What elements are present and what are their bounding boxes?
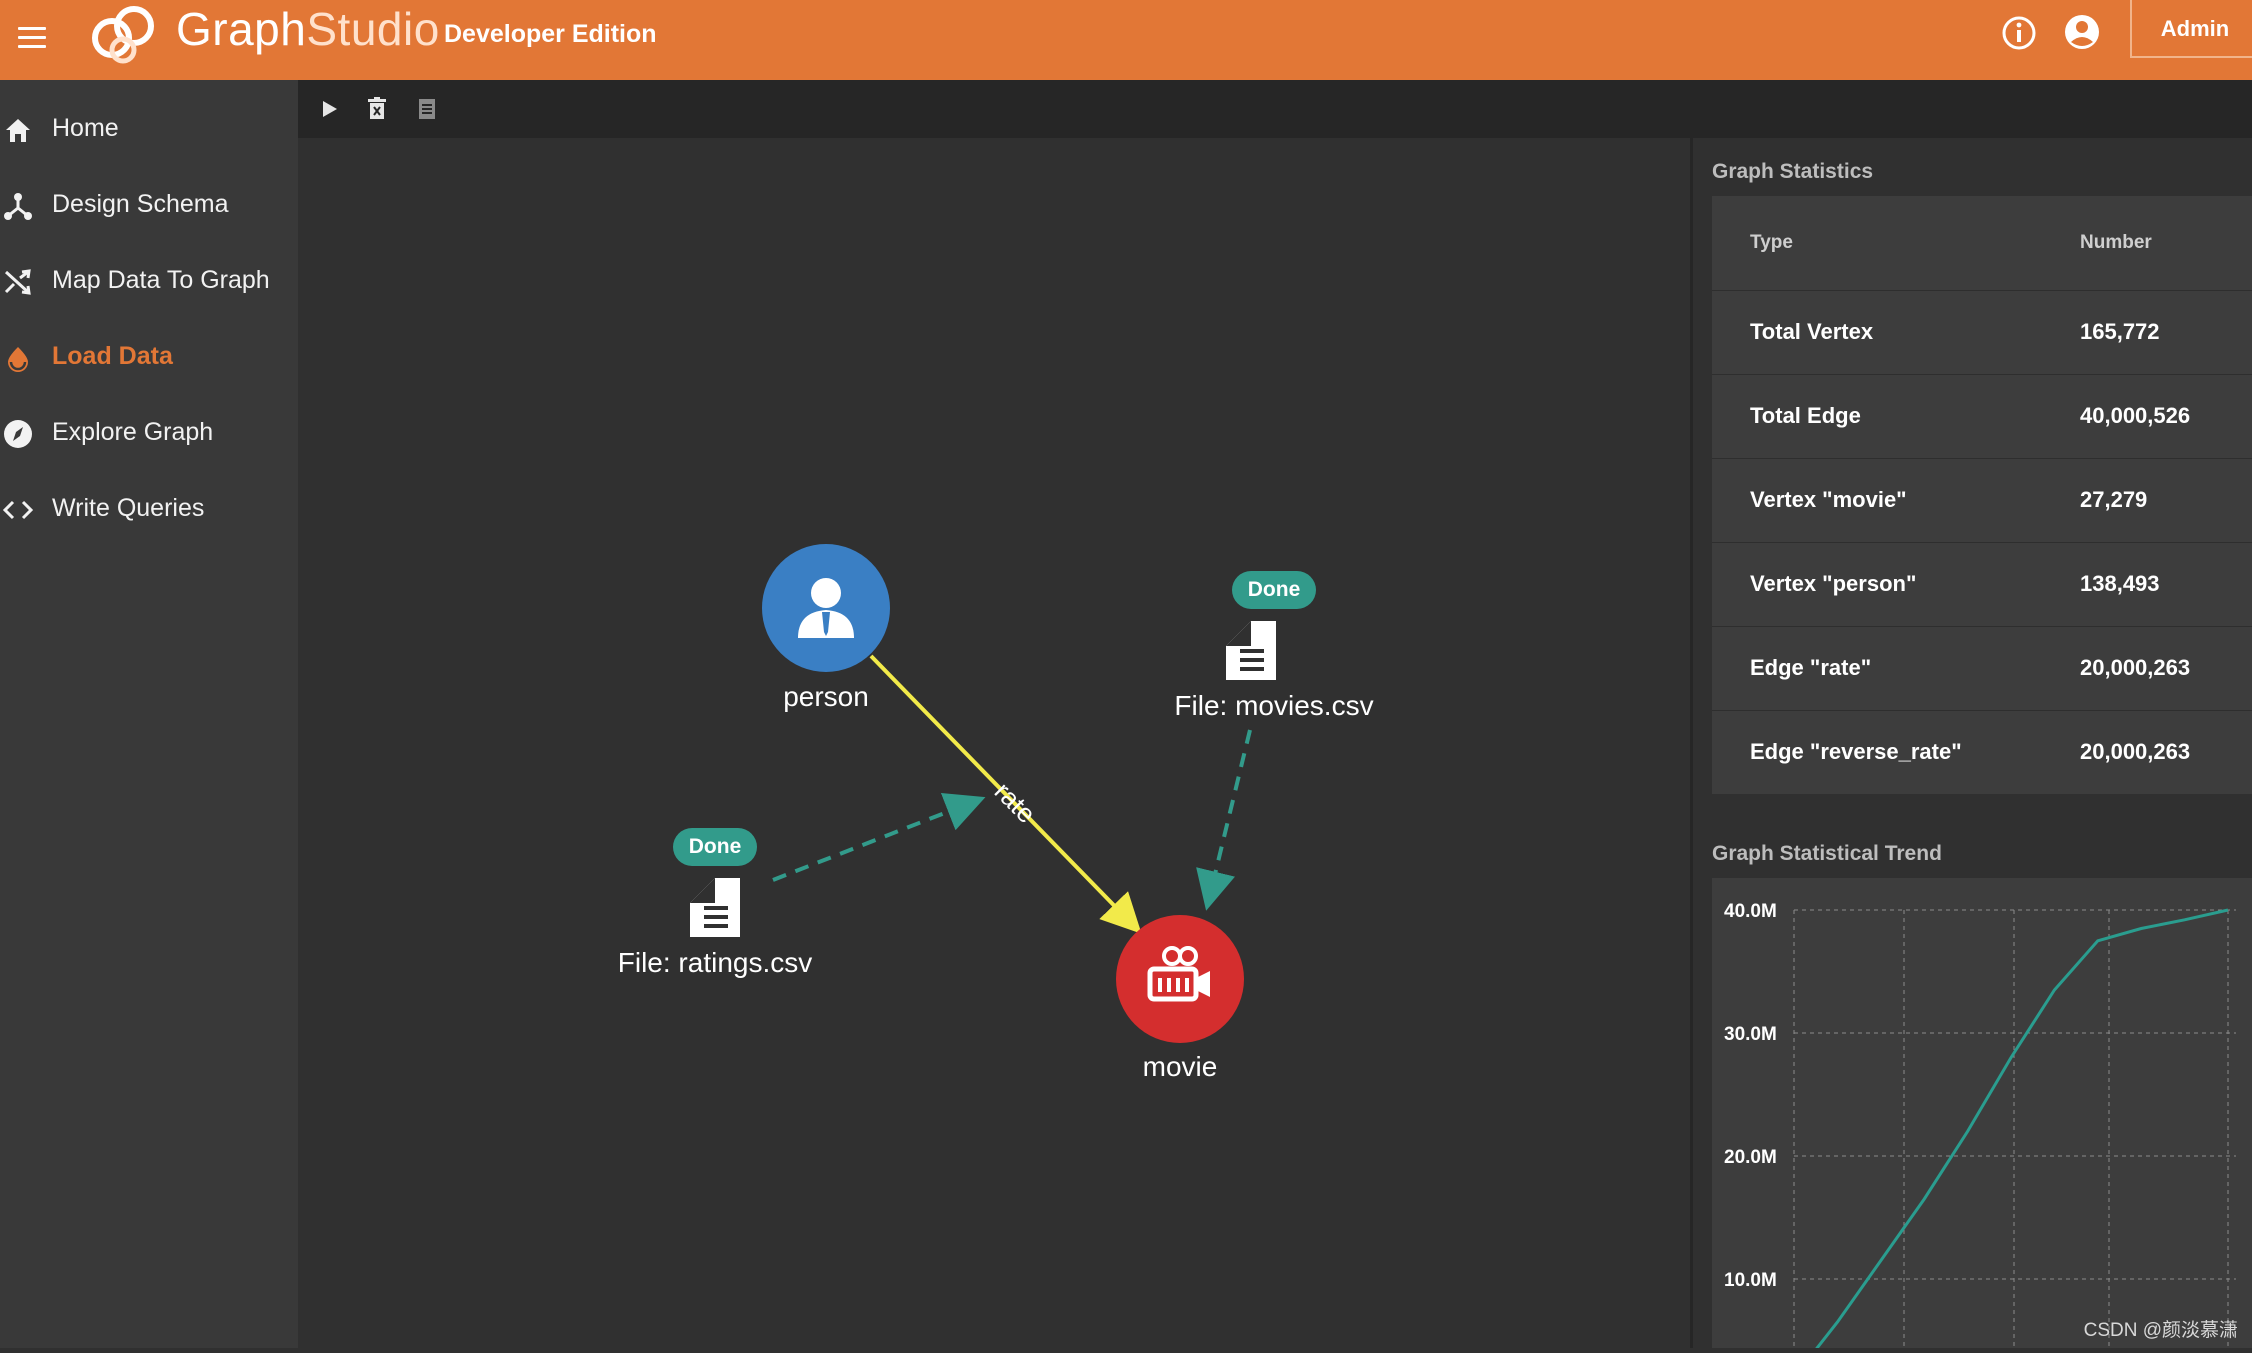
row-type: Total Vertex [1750,319,1873,345]
graph-edges: rate [298,138,1690,1348]
row-number: 138,493 [2080,571,2160,597]
number-column-header: Number [2080,232,2152,254]
top-app-bar: GraphStudio Developer Edition Admin [0,0,2252,80]
home-icon [2,114,34,146]
table-row: Vertex "movie" 27,279 [1712,459,2252,543]
sidebar-item-label: Write Queries [52,494,204,523]
brand-name: GraphStudio [176,6,440,52]
sidebar-item-write-queries[interactable]: Write Queries [0,480,298,540]
delete-icon[interactable] [362,94,392,124]
loading-toolbar [298,80,2252,138]
table-row: Edge "rate" 20,000,263 [1712,627,2252,711]
row-number: 165,772 [2080,319,2160,345]
movies-file-document-icon[interactable] [1226,621,1276,680]
log-icon[interactable] [412,94,442,124]
trend-chart-svg: 40.0M 30.0M 20.0M 10.0M [1712,878,2252,1348]
movies-file-mapping-edge[interactable] [1208,730,1250,903]
sidebar-item-label: Home [52,114,119,143]
row-number: 20,000,263 [2080,655,2190,681]
table-row: Total Edge 40,000,526 [1712,375,2252,459]
graph-statistics-table: Type Number Total Vertex 165,772 Total E… [1712,196,2252,794]
ratings-file-label: File: ratings.csv [618,947,813,979]
sidebar-item-design-schema[interactable]: Design Schema [0,176,298,236]
table-header: Type Number [1712,196,2252,291]
ratings-file-document-icon[interactable] [690,878,740,937]
row-type: Edge "rate" [1750,655,1871,681]
play-icon[interactable] [314,94,344,124]
y-tick-label: 10.0M [1724,1270,1777,1291]
movie-vertex[interactable] [1116,915,1244,1043]
graph-trend-chart: 40.0M 30.0M 20.0M 10.0M [1712,878,2252,1348]
row-type: Total Edge [1750,403,1861,429]
admin-button[interactable]: Admin [2130,0,2252,58]
graph-canvas: rate [298,138,1690,1348]
row-type: Edge "reverse_rate" [1750,739,1962,765]
compass-icon [2,418,34,450]
row-type: Vertex "person" [1750,571,1916,597]
movie-vertex-label: movie [1143,1051,1218,1083]
sidebar-item-label: Map Data To Graph [52,266,270,295]
table-row: Total Vertex 165,772 [1712,291,2252,375]
sidebar-item-home[interactable]: Home [0,100,298,160]
sidebar-item-label: Load Data [52,342,173,371]
row-number: 27,279 [2080,487,2147,513]
account-circle-icon[interactable] [2062,12,2102,52]
code-icon [2,494,34,526]
y-tick-label: 20.0M [1724,1147,1777,1168]
table-row: Edge "reverse_rate" 20,000,263 [1712,711,2252,794]
sidebar-item-explore-graph[interactable]: Explore Graph [0,404,298,464]
watermark: CSDN @颜淡慕潇 [2084,1315,2238,1342]
graph-statistics-title: Graph Statistics [1712,160,1873,184]
row-type: Vertex "movie" [1750,487,1907,513]
info-icon[interactable] [2000,14,2038,52]
sidebar-item-map-data-to-graph[interactable]: Map Data To Graph [0,252,298,312]
row-number: 40,000,526 [2080,403,2190,429]
hamburger-menu-icon[interactable] [14,20,50,56]
graphstudio-logo-icon [84,0,166,70]
sidebar-item-label: Explore Graph [52,418,213,447]
schema-icon [2,190,34,222]
drop-icon [2,342,34,374]
sidebar-nav: Home Design Schema Map Data To Graph Loa… [0,80,298,1348]
brand-name-graph: Graph [176,3,306,55]
movies-file-status-badge[interactable]: Done [1232,571,1316,609]
ratings-file-status-badge[interactable]: Done [673,828,757,866]
table-row: Vertex "person" 138,493 [1712,543,2252,627]
brand-name-studio: Studio [306,3,439,55]
edition-label: Developer Edition [444,20,657,49]
sidebar-item-label: Design Schema [52,190,228,219]
movies-file-label: File: movies.csv [1174,690,1373,722]
shuffle-icon [2,266,34,298]
panel-divider [1690,138,1693,1348]
y-tick-label: 40.0M [1724,901,1777,922]
trend-series-line [1794,910,2228,1348]
type-column-header: Type [1750,232,1793,254]
person-vertex[interactable] [762,544,890,672]
y-tick-label: 30.0M [1724,1024,1777,1045]
ratings-file-mapping-edge[interactable] [773,800,978,880]
row-number: 20,000,263 [2080,739,2190,765]
sidebar-item-load-data[interactable]: Load Data [0,328,298,388]
person-vertex-label: person [783,681,869,713]
graph-trend-title: Graph Statistical Trend [1712,842,1942,866]
